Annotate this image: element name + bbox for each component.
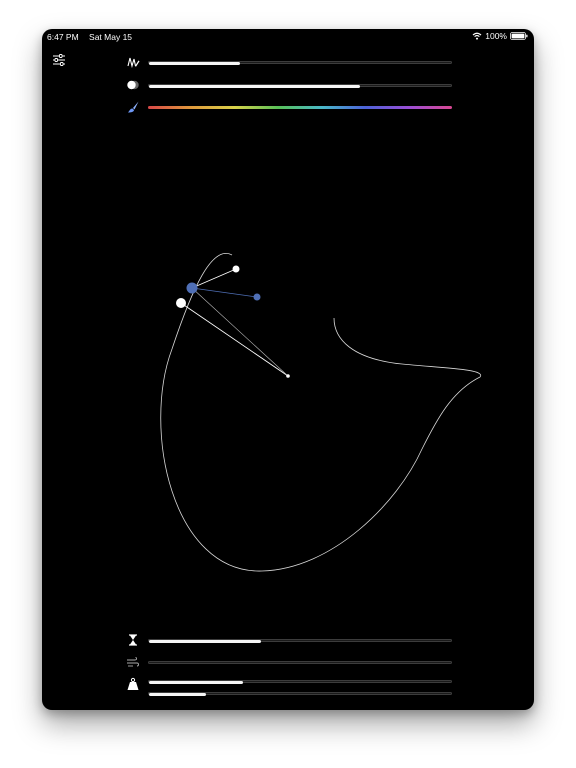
pen-scribble-icon	[127, 57, 140, 69]
control-point-white-small[interactable]	[232, 265, 240, 273]
opacity-slider[interactable]	[148, 84, 452, 88]
weight-fill	[149, 680, 243, 684]
stroke-width-row	[126, 55, 456, 69]
opacity-row	[126, 78, 456, 92]
stroke-width-slider[interactable]	[148, 61, 452, 65]
color-row	[126, 100, 456, 114]
stroke-width-fill	[149, 61, 240, 65]
duration-row	[126, 633, 456, 647]
circle-half-icon	[127, 80, 139, 90]
wind-icon	[127, 657, 139, 667]
drawn-curve	[160, 252, 481, 572]
handle-line-4	[191, 268, 237, 289]
duration-fill	[149, 639, 261, 643]
handle-line-3	[191, 287, 258, 298]
color-hue-slider[interactable]	[148, 106, 452, 109]
drawing-canvas[interactable]	[42, 29, 534, 710]
control-point-blue-large[interactable]	[186, 282, 198, 294]
wind-row	[126, 655, 456, 669]
hourglass-icon	[129, 634, 137, 646]
anchor-point[interactable]	[286, 374, 290, 378]
weight-slider[interactable]	[148, 680, 452, 684]
sliders-icon	[53, 54, 65, 66]
paintbrush-icon	[128, 101, 139, 113]
weight-secondary-fill	[149, 692, 207, 696]
app-screen: 6:47 PM Sat May 15 100%	[42, 29, 534, 710]
weight-secondary-slider[interactable]	[148, 692, 452, 696]
duration-slider[interactable]	[148, 639, 452, 643]
weight-icon	[127, 677, 139, 690]
control-point-blue-small[interactable]	[253, 293, 261, 301]
wind-slider[interactable]	[148, 661, 452, 664]
weight-row	[126, 677, 456, 696]
handle-line-1	[180, 302, 289, 377]
handle-line-2	[191, 287, 289, 377]
opacity-fill	[149, 84, 361, 88]
control-point-white-large[interactable]	[176, 298, 186, 308]
settings-button[interactable]	[52, 53, 66, 67]
